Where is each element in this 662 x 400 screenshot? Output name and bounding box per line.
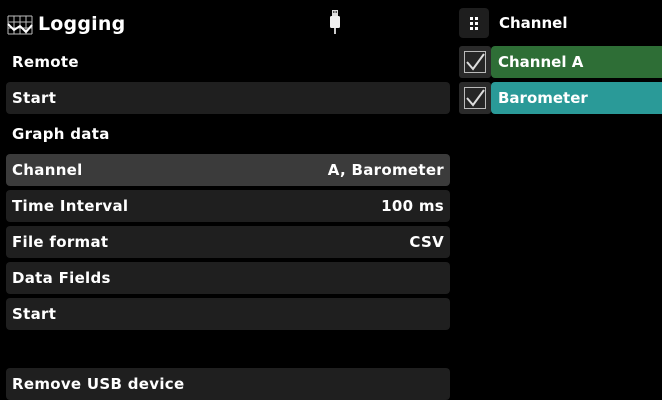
chart-icon (6, 14, 34, 36)
barometer-item[interactable]: Barometer (491, 82, 662, 114)
remove-usb-label: Remove USB device (12, 375, 185, 393)
check-icon (466, 53, 485, 71)
data-fields-label: Data Fields (12, 269, 111, 287)
file-format-label: File format (12, 233, 109, 251)
channel-a-item[interactable]: Channel A (491, 46, 662, 78)
channel-panel-title: Channel (499, 14, 568, 32)
data-fields-item[interactable]: Data Fields (6, 262, 450, 294)
time-interval-label: Time Interval (12, 197, 129, 215)
start-top-button[interactable]: Start (6, 82, 450, 114)
file-format-item[interactable]: File format CSV (6, 226, 450, 258)
time-interval-item[interactable]: Time Interval 100 ms (6, 190, 450, 222)
grid-icon[interactable] (459, 8, 489, 38)
barometer-checkbox[interactable] (459, 82, 491, 114)
channel-a-label: Channel A (498, 53, 584, 71)
check-icon (466, 89, 485, 107)
graph-data-label: Graph data (12, 125, 110, 143)
remote-label: Remote (12, 53, 79, 71)
header: Logging (0, 6, 450, 42)
time-interval-value: 100 ms (381, 197, 444, 215)
file-format-value: CSV (409, 233, 444, 251)
remove-usb-button[interactable]: Remove USB device (6, 368, 450, 400)
start-top-label: Start (12, 89, 57, 107)
channel-a-checkbox[interactable] (459, 46, 491, 78)
channel-value: A, Barometer (327, 161, 444, 179)
graph-data-item[interactable]: Graph data (6, 118, 450, 150)
usb-icon (328, 10, 342, 36)
page-title: Logging (38, 13, 126, 35)
start-bottom-label: Start (12, 305, 57, 323)
start-bottom-button[interactable]: Start (6, 298, 450, 330)
barometer-label: Barometer (498, 89, 588, 107)
remote-item[interactable]: Remote (6, 46, 450, 78)
channel-item[interactable]: Channel A, Barometer (6, 154, 450, 186)
channel-label: Channel (12, 161, 83, 179)
